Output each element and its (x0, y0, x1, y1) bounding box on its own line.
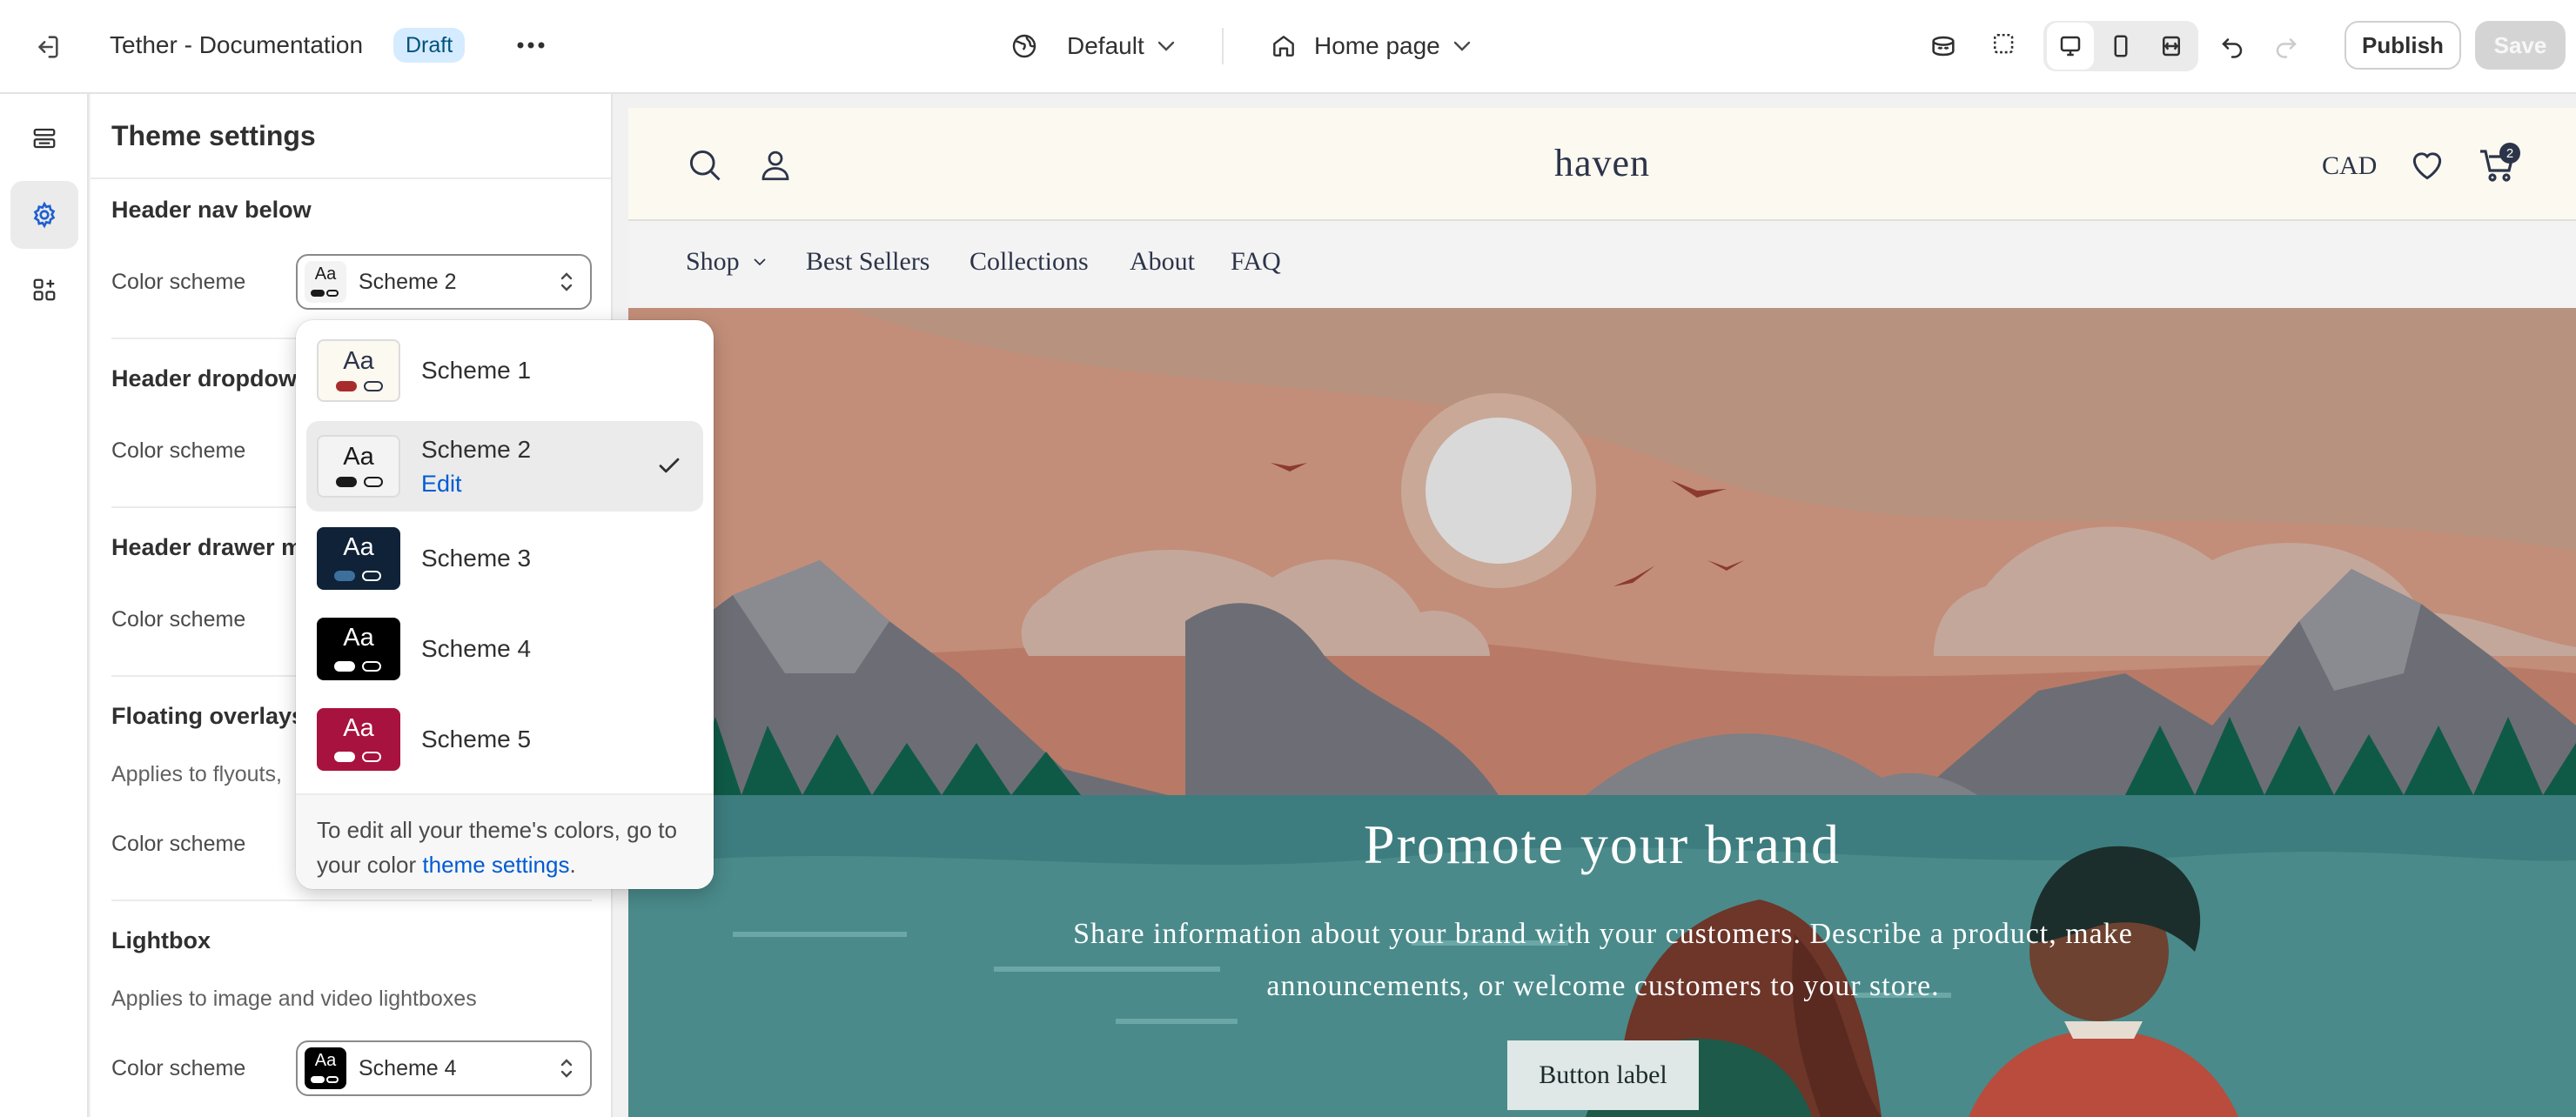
divider (111, 900, 592, 901)
inspector-icon[interactable] (1920, 23, 1967, 70)
chevron-down-icon (1157, 41, 1174, 51)
section-description: Applies to image and video lightboxes (111, 987, 477, 1011)
store-logo[interactable]: haven (628, 141, 2576, 185)
divider (91, 177, 611, 179)
rail-apps-button[interactable] (10, 256, 78, 324)
checkmark-icon (659, 458, 680, 473)
scheme-option-label: Scheme 2 (421, 435, 532, 463)
field-label: Color scheme (111, 1056, 246, 1080)
apps-icon (33, 278, 56, 301)
nav-item-best-sellers[interactable]: Best Sellers (806, 247, 930, 277)
nav-item-shop[interactable]: Shop (686, 247, 768, 277)
scheme-swatch: Aa (317, 708, 400, 771)
edit-scheme-link[interactable]: Edit (421, 471, 531, 498)
scheme-swatch: Aa (317, 618, 400, 680)
chevron-down-icon (754, 258, 766, 266)
scheme-swatch: Aa (305, 261, 346, 303)
field-label: Color scheme (111, 438, 246, 463)
nav-item-label: Shop (686, 247, 740, 276)
sections-icon (33, 128, 56, 149)
scheme-option-1[interactable]: Aa Scheme 1 (306, 331, 703, 411)
scheme-option-label: Scheme 5 (421, 726, 532, 752)
publish-button[interactable]: Publish (2345, 21, 2461, 70)
editor-rail (0, 94, 89, 1117)
panel-title: Theme settings (111, 120, 316, 151)
select-arrows-icon (560, 1059, 573, 1078)
more-options-icon[interactable] (508, 24, 553, 66)
field-label: Color scheme (111, 607, 246, 632)
store-name: Tether - Documentation (110, 31, 364, 58)
fullwidth-view-icon[interactable] (2148, 23, 2195, 70)
color-scheme-select[interactable]: Aa Scheme 4 (296, 1040, 592, 1096)
theme-select-label: Default (1067, 32, 1144, 59)
section-description: Applies to flyouts, (111, 762, 282, 786)
scheme-option-4[interactable]: Aa Scheme 4 (306, 609, 703, 689)
color-scheme-dropdown: Aa Scheme 1 Aa Scheme 2 Edit Aa Scheme 3… (296, 320, 714, 889)
exit-icon[interactable] (26, 26, 68, 68)
page-select-label: Home page (1314, 32, 1440, 59)
scheme-option-2[interactable]: Aa Scheme 2 Edit (306, 421, 703, 512)
select-value: Scheme 4 (359, 1055, 457, 1080)
select-element-icon[interactable] (1982, 23, 2029, 70)
dropdown-footer: To edit all your theme's colors, go to y… (296, 793, 714, 889)
scheme-option-5[interactable]: Aa Scheme 5 (306, 699, 703, 779)
store-header: haven CAD 2 (628, 108, 2576, 221)
rail-settings-button[interactable] (10, 181, 78, 249)
nav-item-collections[interactable]: Collections (969, 247, 1089, 277)
save-button[interactable]: Save (2475, 21, 2566, 70)
scheme-swatch: Aa (317, 527, 400, 590)
nav-item-faq[interactable]: FAQ (1231, 247, 1281, 277)
scheme-option-label: Scheme 3 (421, 545, 532, 572)
status-badge: Draft (393, 28, 466, 63)
section-title: Floating overlays (111, 703, 305, 729)
gear-icon (33, 201, 56, 229)
theme-settings-link[interactable]: theme settings (422, 852, 569, 878)
home-icon (1264, 26, 1304, 66)
topbar-divider (1222, 28, 1224, 64)
select-arrows-icon (560, 272, 573, 291)
theme-icon (1004, 26, 1044, 66)
field-label: Color scheme (111, 832, 246, 856)
hero-title: Promote your brand (1364, 813, 1841, 875)
section-title: Header dropdow (111, 365, 298, 391)
hero-text: Share information about your brand with … (1073, 918, 2133, 1002)
mobile-view-icon[interactable] (2097, 23, 2144, 70)
scheme-swatch: Aa (305, 1047, 346, 1089)
currency-selector[interactable]: CAD (2322, 151, 2377, 181)
undo-icon[interactable] (2209, 23, 2256, 70)
editor-topbar: Tether - Documentation Draft Default Hom… (0, 0, 2576, 94)
scheme-option-label: Scheme 4 (421, 635, 532, 662)
redo-icon[interactable] (2263, 23, 2310, 70)
wishlist-icon[interactable] (2407, 146, 2447, 184)
chevron-down-icon (1453, 41, 1470, 51)
desktop-view-icon[interactable] (2047, 23, 2094, 70)
scheme-option-3[interactable]: Aa Scheme 3 (306, 518, 703, 599)
hero-button[interactable]: Button label (1507, 1040, 1699, 1110)
cart-count-badge: 2 (2499, 143, 2520, 164)
scheme-swatch: Aa (317, 435, 400, 498)
theme-select[interactable]: Default (1067, 24, 1176, 68)
field-label: Color scheme (111, 270, 246, 294)
rail-sections-button[interactable] (10, 104, 78, 172)
store-preview: haven CAD 2 Shop Best Sellers Collection… (628, 108, 2576, 1117)
scheme-swatch: Aa (317, 339, 400, 402)
select-value: Scheme 2 (359, 269, 457, 294)
store-nav: Shop Best Sellers Collections About FAQ (628, 221, 2576, 308)
section-title: Header drawer m (111, 534, 303, 560)
scheme-option-label: Scheme 1 (421, 357, 532, 384)
device-view-group (2043, 21, 2198, 71)
page-select[interactable]: Home page (1314, 24, 1472, 68)
footer-end: . (569, 852, 576, 878)
color-scheme-select[interactable]: Aa Scheme 2 (296, 254, 592, 310)
section-title: Lightbox (111, 927, 211, 953)
section-title: Header nav below (111, 197, 312, 223)
nav-item-about[interactable]: About (1130, 247, 1195, 277)
hero-banner: Promote your brand Share information abo… (628, 308, 2576, 1117)
